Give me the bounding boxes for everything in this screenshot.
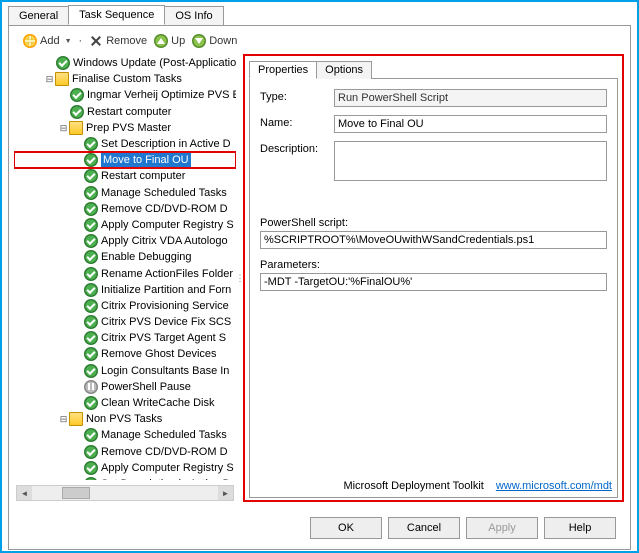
chevron-down-icon: ▼ — [65, 38, 72, 45]
tab-options[interactable]: Options — [316, 61, 372, 79]
expander-icon[interactable]: ⊟ — [58, 411, 69, 427]
scroll-thumb[interactable] — [62, 487, 90, 499]
script-label: PowerShell script: — [260, 217, 607, 229]
name-label: Name: — [260, 115, 334, 129]
scroll-right-icon[interactable]: ► — [218, 486, 233, 500]
tab-label: General — [19, 10, 58, 22]
tree-item[interactable]: ⊟Non PVS Tasks — [14, 411, 236, 427]
tree-item[interactable]: ⊟Finalise Custom Tasks — [14, 71, 236, 87]
check-icon — [56, 56, 70, 70]
mdt-label: Microsoft Deployment Toolkit — [343, 480, 483, 492]
check-icon — [84, 234, 98, 248]
add-button[interactable]: Add ▼ — [23, 34, 72, 48]
tree-item[interactable]: Login Consultants Base In — [14, 363, 236, 379]
description-field[interactable] — [334, 141, 607, 181]
tree-item[interactable]: Restart computer — [14, 168, 236, 184]
check-icon — [84, 218, 98, 232]
ok-button[interactable]: OK — [310, 517, 382, 539]
expander-icon[interactable]: ⊟ — [58, 120, 69, 136]
folder-icon — [69, 412, 83, 426]
down-button[interactable]: Down — [192, 34, 237, 48]
cancel-button[interactable]: Cancel — [388, 517, 460, 539]
apply-button[interactable]: Apply — [466, 517, 538, 539]
check-icon — [84, 347, 98, 361]
check-icon — [84, 396, 98, 410]
tree-item[interactable]: Manage Scheduled Tasks — [14, 427, 236, 443]
tree-item[interactable]: Clean WriteCache Disk — [14, 395, 236, 411]
tree-item[interactable]: Citrix PVS Device Fix SCS — [14, 314, 236, 330]
tree-item[interactable]: Apply Citrix VDA Autologo — [14, 233, 236, 249]
check-icon — [84, 331, 98, 345]
description-label: Description: — [260, 141, 334, 155]
pause-icon — [84, 380, 98, 394]
tree-item[interactable]: Ingmar Verheij Optimize PVS E — [14, 87, 236, 103]
check-icon — [84, 445, 98, 459]
check-icon — [84, 250, 98, 264]
down-label: Down — [209, 35, 237, 47]
tree-item[interactable]: Restart computer — [14, 104, 236, 120]
check-icon — [70, 88, 84, 102]
plus-icon — [23, 34, 37, 48]
add-label: Add — [40, 35, 60, 47]
check-icon — [84, 137, 98, 151]
x-icon — [89, 34, 103, 48]
task-tree[interactable]: Windows Update (Post-Application ⊟Finali… — [9, 54, 237, 502]
tab-label: OS Info — [175, 10, 212, 22]
up-button[interactable]: Up — [154, 34, 185, 48]
check-icon — [84, 283, 98, 297]
type-label: Type: — [260, 89, 334, 103]
up-label: Up — [171, 35, 185, 47]
folder-icon — [55, 72, 69, 86]
tree-item[interactable]: Initialize Partition and Forn — [14, 282, 236, 298]
check-icon — [84, 299, 98, 313]
check-icon — [70, 105, 84, 119]
scroll-left-icon[interactable]: ◄ — [17, 486, 32, 500]
tree-item[interactable]: Citrix PVS Target Agent S — [14, 330, 236, 346]
tree-item[interactable]: Windows Update (Post-Application — [14, 55, 236, 71]
horizontal-scrollbar[interactable]: ◄ ► — [16, 485, 234, 501]
tree-item[interactable]: Manage Scheduled Tasks — [14, 185, 236, 201]
tree-item[interactable]: Set Description in Active D — [14, 476, 236, 480]
check-icon — [84, 153, 98, 167]
help-button[interactable]: Help — [544, 517, 616, 539]
remove-label: Remove — [106, 35, 147, 47]
name-field[interactable] — [334, 115, 607, 133]
tree-item-selected[interactable]: Move to Final OU — [14, 152, 236, 168]
tree-item[interactable]: Remove CD/DVD-ROM D — [14, 444, 236, 460]
check-icon — [84, 169, 98, 183]
script-field[interactable] — [260, 231, 607, 249]
parameters-field[interactable] — [260, 273, 607, 291]
check-icon — [84, 364, 98, 378]
tree-item[interactable]: Citrix Provisioning Service — [14, 298, 236, 314]
tree-item[interactable]: Apply Computer Registry S — [14, 217, 236, 233]
check-icon — [84, 477, 98, 480]
tree-item[interactable]: Remove CD/DVD-ROM D — [14, 201, 236, 217]
type-field — [334, 89, 607, 107]
folder-icon — [69, 121, 83, 135]
tab-properties[interactable]: Properties — [249, 61, 317, 79]
tree-item[interactable]: Set Description in Active D — [14, 136, 236, 152]
check-icon — [84, 428, 98, 442]
mdt-link[interactable]: www.microsoft.com/mdt — [496, 480, 612, 492]
arrow-down-icon — [192, 34, 206, 48]
tab-os-info[interactable]: OS Info — [164, 6, 223, 26]
tree-item[interactable]: ⊟Prep PVS Master — [14, 120, 236, 136]
check-icon — [84, 461, 98, 475]
check-icon — [84, 186, 98, 200]
check-icon — [84, 315, 98, 329]
remove-button[interactable]: Remove — [89, 34, 147, 48]
expander-icon[interactable]: ⊟ — [44, 71, 55, 87]
tree-item[interactable]: Enable Debugging — [14, 249, 236, 265]
parameters-label: Parameters: — [260, 259, 607, 271]
tree-item[interactable]: Apply Computer Registry S — [14, 460, 236, 476]
check-icon — [84, 267, 98, 281]
arrow-up-icon — [154, 34, 168, 48]
tab-label: Task Sequence — [79, 9, 154, 21]
tree-item[interactable]: Rename ActionFiles Folder — [14, 265, 236, 281]
tab-general[interactable]: General — [8, 6, 69, 26]
tab-task-sequence[interactable]: Task Sequence — [68, 5, 165, 25]
check-icon — [84, 202, 98, 216]
tree-item[interactable]: PowerShell Pause — [14, 379, 236, 395]
tree-item[interactable]: Remove Ghost Devices — [14, 346, 236, 362]
